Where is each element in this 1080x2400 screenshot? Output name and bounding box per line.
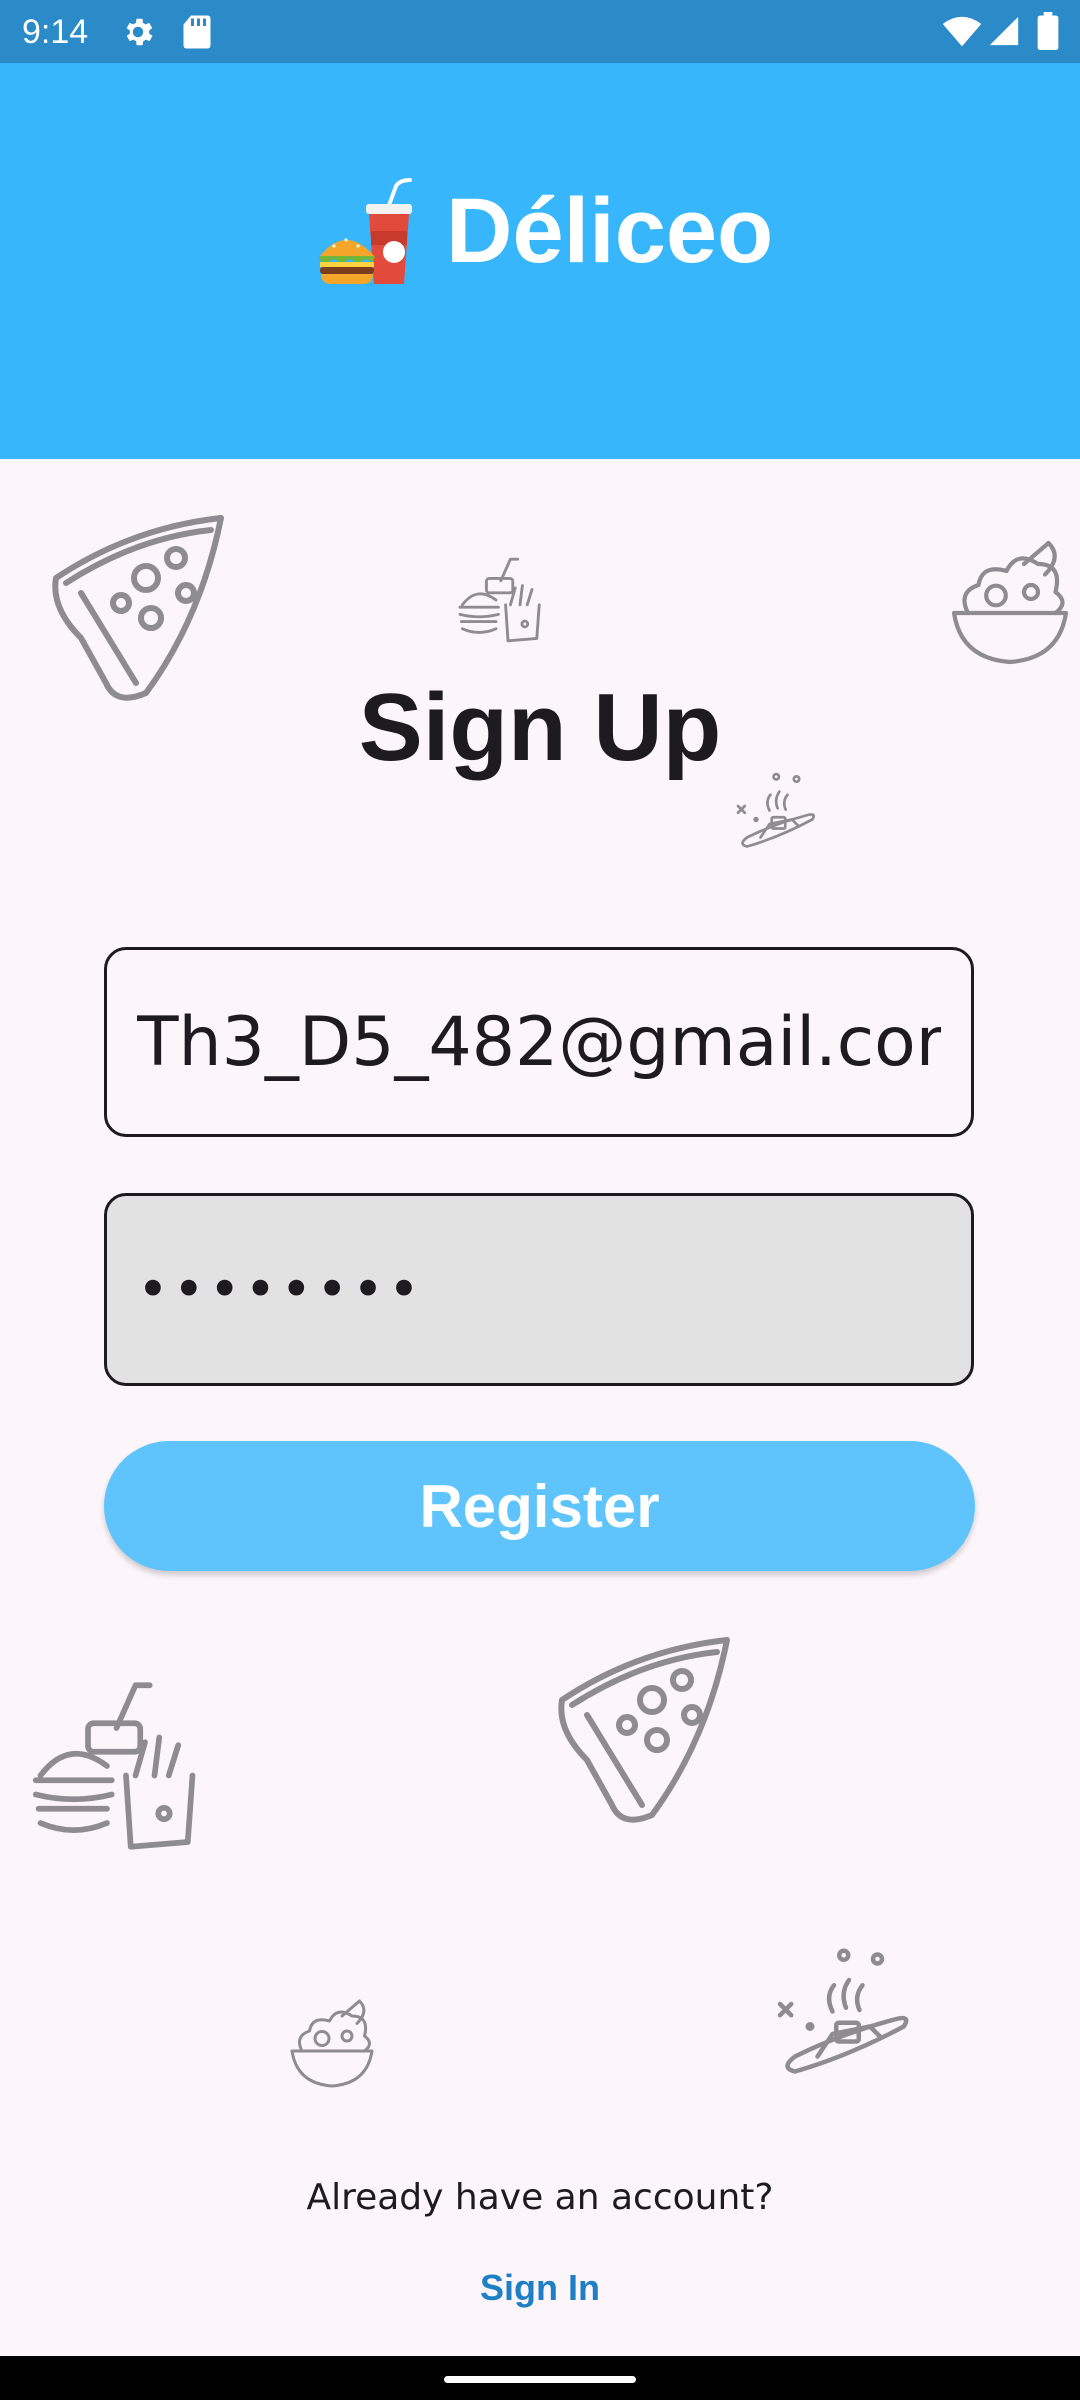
- sd-card-icon: [183, 15, 211, 49]
- salad-bowl-doodle: [282, 1990, 382, 2102]
- navigation-bar: [0, 2356, 1080, 2400]
- register-button[interactable]: Register: [104, 1441, 975, 1571]
- brand: Déliceo: [318, 171, 773, 291]
- burger-fries-doodle: [448, 548, 544, 652]
- app-header: Déliceo: [0, 63, 1080, 459]
- email-field[interactable]: [104, 947, 974, 1137]
- home-indicator[interactable]: [444, 2376, 636, 2383]
- sign-in-link[interactable]: Sign In: [440, 2260, 640, 2316]
- signin-prompt: Already have an account?: [306, 2177, 774, 2218]
- burger-and-drink-icon: [319, 178, 412, 284]
- page-title: Sign Up: [358, 674, 722, 781]
- status-bar: 9:14: [0, 0, 1080, 63]
- status-time: 9:14: [22, 13, 89, 51]
- cellular-signal-icon: [989, 16, 1019, 46]
- burger-fries-doodle: [12, 1668, 202, 1864]
- dish-doodle: [750, 1944, 930, 2094]
- pizza-doodle: [542, 1630, 742, 1830]
- app-name: Déliceo: [446, 180, 774, 282]
- wifi-icon: [942, 16, 982, 47]
- battery-icon: [1037, 12, 1059, 50]
- password-field[interactable]: [104, 1193, 974, 1386]
- gear-icon: [126, 18, 153, 46]
